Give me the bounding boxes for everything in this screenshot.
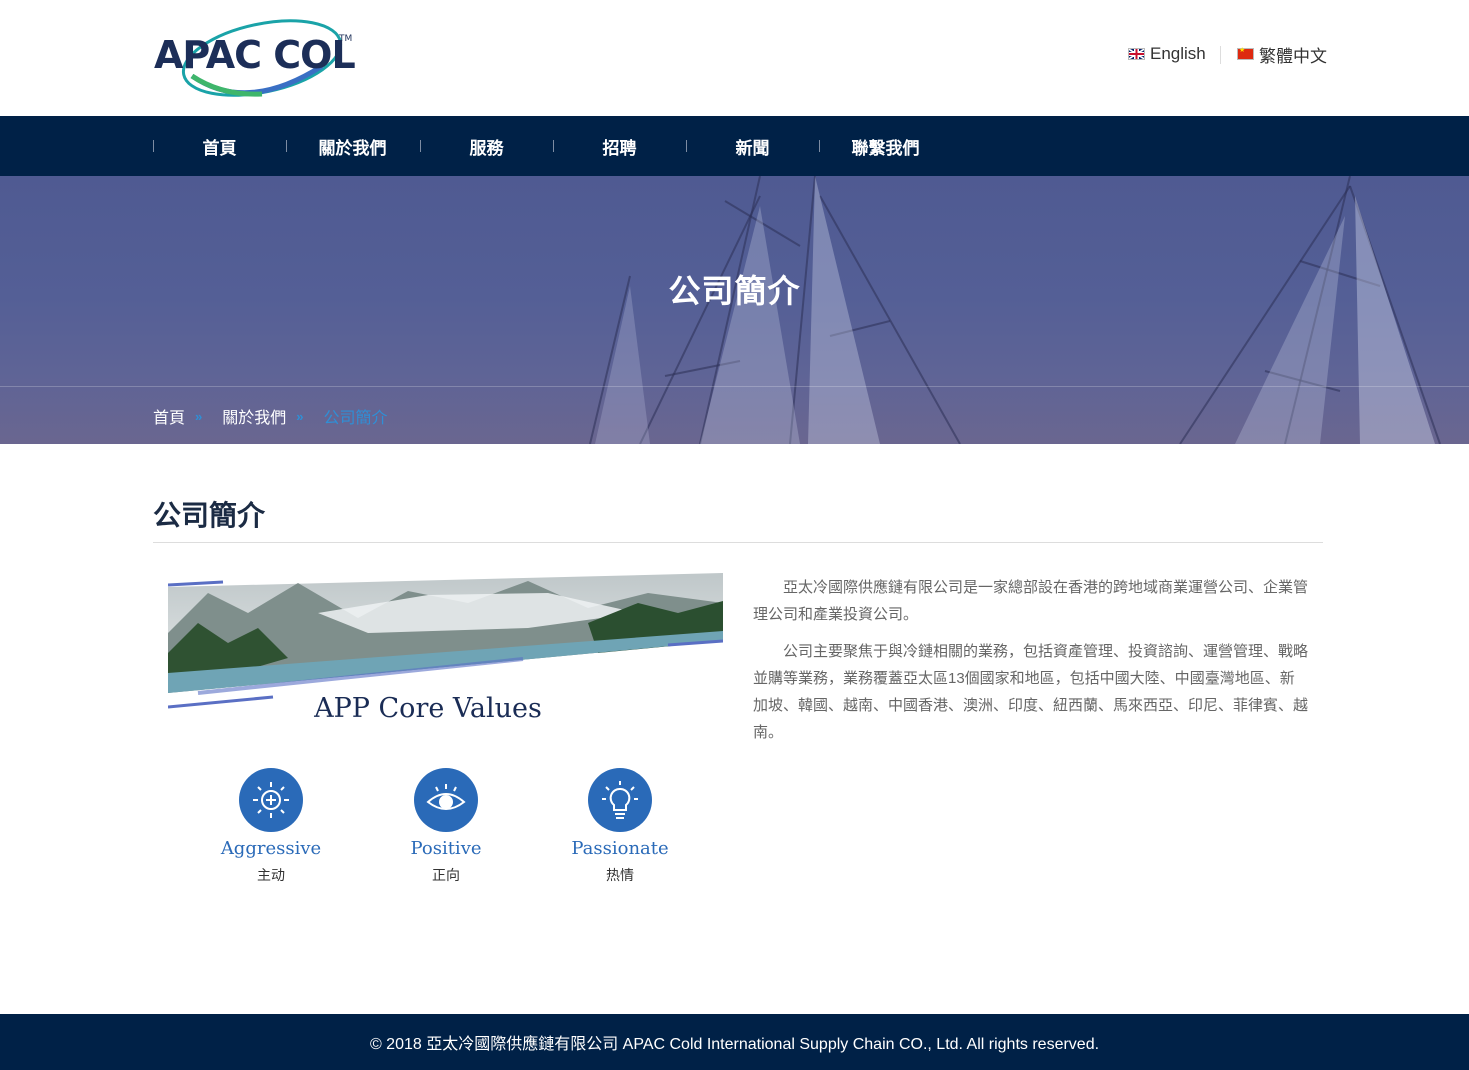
uk-flag-icon bbox=[1128, 48, 1145, 60]
core-value-cn: 正向 bbox=[432, 867, 460, 883]
nav-item-contact-us[interactable]: 聯繫我們 bbox=[819, 116, 952, 176]
description-paragraph-1: 亞太冷國際供應鏈有限公司是一家總部設在香港的跨地域商業運營公司、企業管理公司和產… bbox=[753, 579, 1309, 623]
language-english-link[interactable]: English bbox=[1128, 42, 1206, 66]
nav-item-careers[interactable]: 招聘 bbox=[553, 116, 686, 176]
lightbulb-icon bbox=[588, 768, 652, 832]
language-chinese-label: 繁體中文 bbox=[1259, 46, 1327, 66]
core-values-graphic: APP Core Values Aggressive 主动 Positive 正… bbox=[168, 573, 723, 903]
site-footer: © 2018 亞太冷國際供應鏈有限公司 APAC Cold Internatio… bbox=[0, 1014, 1469, 1070]
breadcrumb-current: 公司簡介 bbox=[323, 410, 388, 427]
breadcrumb-separator-icon: » bbox=[296, 408, 304, 424]
core-value-en: Aggressive bbox=[220, 838, 322, 859]
logo-trademark: TM bbox=[338, 34, 352, 44]
logo-text: APAC COLD bbox=[154, 33, 357, 77]
core-value-positive: Positive 正向 bbox=[391, 768, 501, 885]
banner-divider bbox=[0, 386, 1469, 387]
site-header: APAC COLD TM English 繁體中文 bbox=[0, 0, 1469, 116]
breadcrumb: 首頁 » 關於我們 » 公司簡介 bbox=[153, 404, 388, 428]
core-value-cn: 热情 bbox=[606, 867, 634, 883]
mountain-lake-image bbox=[168, 573, 723, 709]
nav-item-services[interactable]: 服務 bbox=[420, 116, 553, 176]
china-flag-icon bbox=[1237, 46, 1254, 60]
core-value-aggressive: Aggressive 主动 bbox=[216, 768, 326, 885]
footer-copyright: © 2018 亞太冷國際供應鏈有限公司 APAC Cold Internatio… bbox=[369, 1036, 1100, 1053]
breadcrumb-separator-icon: » bbox=[195, 408, 203, 424]
language-divider bbox=[1220, 46, 1221, 64]
core-values-title: APP Core Values bbox=[314, 693, 542, 724]
eye-icon bbox=[414, 768, 478, 832]
apac-cold-logo[interactable]: APAC COLD TM bbox=[152, 14, 357, 104]
main-navigation: 首頁 關於我們 服務 招聘 新聞 聯繫我們 bbox=[0, 116, 1469, 176]
core-value-en: Passionate bbox=[571, 838, 669, 859]
core-value-passionate: Passionate 热情 bbox=[565, 768, 675, 885]
banner-title: 公司簡介 bbox=[668, 273, 801, 309]
nav-item-about-us[interactable]: 關於我們 bbox=[286, 116, 419, 176]
heading-divider bbox=[153, 542, 1323, 543]
core-value-en: Positive bbox=[410, 838, 482, 859]
nav-item-news[interactable]: 新聞 bbox=[686, 116, 819, 176]
sun-plus-icon bbox=[239, 768, 303, 832]
core-value-cn: 主动 bbox=[257, 867, 285, 883]
language-english-label: English bbox=[1150, 44, 1206, 63]
page-title: 公司簡介 bbox=[153, 500, 266, 531]
language-traditional-chinese-link[interactable]: 繁體中文 bbox=[1237, 42, 1327, 66]
breadcrumb-home[interactable]: 首頁 bbox=[153, 404, 185, 428]
description-paragraph-2: 公司主要聚焦于與冷鏈相關的業務，包括資產管理、投資諮詢、運營管理、戰略並購等業務… bbox=[753, 643, 1309, 741]
nav-item-home[interactable]: 首頁 bbox=[153, 116, 286, 176]
company-description: 亞太冷國際供應鏈有限公司是一家總部設在香港的跨地域商業運營公司、企業管理公司和產… bbox=[753, 574, 1309, 756]
page-banner: 公司簡介 首頁 » 關於我們 » 公司簡介 bbox=[0, 176, 1469, 444]
breadcrumb-about-us[interactable]: 關於我們 bbox=[222, 404, 286, 428]
